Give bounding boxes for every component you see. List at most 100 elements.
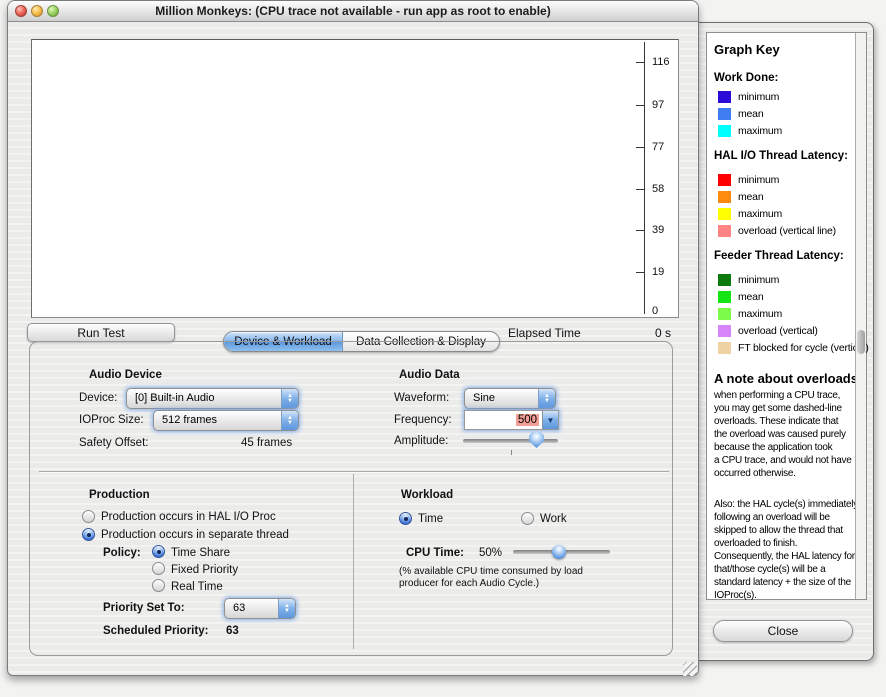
frequency-combobox[interactable]: 500 ▼ bbox=[464, 410, 559, 430]
graph-key-title: Graph Key bbox=[714, 42, 780, 57]
legend-item: FT blocked for cycle (vertical) bbox=[718, 341, 869, 355]
workload-header: Workload bbox=[401, 489, 453, 501]
legend-item: minimum bbox=[718, 173, 779, 187]
waveform-popup[interactable]: Sine ▲▼ bbox=[464, 388, 556, 409]
key-scrollbar-thumb[interactable] bbox=[857, 330, 865, 354]
elapsed-time-value: 0 s bbox=[628, 326, 671, 340]
legend-item: overload (vertical line) bbox=[718, 224, 836, 238]
scheduled-priority-value: 63 bbox=[226, 625, 239, 637]
policy-label: Policy: bbox=[103, 547, 141, 559]
workload-time-radio[interactable] bbox=[399, 512, 412, 525]
overloads-note-title: A note about overloads: bbox=[714, 371, 862, 386]
y-axis-label: 58 bbox=[652, 183, 682, 195]
work-done-mean-swatch bbox=[718, 108, 731, 120]
production-hal-label: Production occurs in HAL I/O Proc bbox=[101, 511, 276, 523]
production-header: Production bbox=[89, 489, 150, 501]
y-axis-tick bbox=[636, 147, 644, 148]
graph-key-panel: Graph Key Work Done: minimum mean maximu… bbox=[706, 32, 867, 600]
legend-item: maximum bbox=[718, 207, 782, 221]
work-done-header: Work Done: bbox=[714, 72, 778, 84]
popup-arrows-icon: ▲▼ bbox=[538, 389, 555, 408]
feeder-mean-swatch bbox=[718, 291, 731, 303]
elapsed-time-label: Elapsed Time bbox=[508, 326, 581, 340]
horizontal-divider bbox=[39, 471, 669, 473]
ft-blocked-swatch bbox=[718, 342, 731, 354]
run-test-button[interactable]: Run Test bbox=[27, 323, 175, 342]
policy-fixed-priority-label: Fixed Priority bbox=[171, 564, 238, 576]
hal-overload-swatch bbox=[718, 225, 731, 237]
production-thread-radio[interactable] bbox=[82, 528, 95, 541]
y-axis-tick bbox=[636, 230, 644, 231]
workload-work-label: Work bbox=[540, 513, 567, 525]
production-thread-label: Production occurs in separate thread bbox=[101, 529, 289, 541]
hal-maximum-swatch bbox=[718, 208, 731, 220]
safety-offset-label: Safety Offset: bbox=[79, 437, 148, 449]
production-hal-radio[interactable] bbox=[82, 510, 95, 523]
key-scrollbar[interactable] bbox=[855, 33, 866, 599]
y-axis-label: 39 bbox=[652, 224, 682, 236]
policy-fixed-priority-radio[interactable] bbox=[152, 562, 165, 575]
popup-arrows-icon: ▲▼ bbox=[278, 599, 295, 618]
combo-dropdown-icon[interactable]: ▼ bbox=[542, 411, 558, 429]
device-popup[interactable]: [0] Built-in Audio ▲▼ bbox=[126, 388, 299, 409]
device-label: Device: bbox=[79, 392, 117, 404]
workload-work-radio[interactable] bbox=[521, 512, 534, 525]
legend-item: mean bbox=[718, 190, 763, 204]
hal-latency-header: HAL I/O Thread Latency: bbox=[714, 150, 848, 162]
y-axis-label: 19 bbox=[652, 266, 682, 278]
amplitude-slider-tick bbox=[511, 450, 512, 455]
waveform-label: Waveform: bbox=[394, 392, 449, 404]
resize-grip[interactable] bbox=[683, 662, 697, 676]
feeder-minimum-swatch bbox=[718, 274, 731, 286]
hal-mean-swatch bbox=[718, 191, 731, 203]
y-axis-label: 116 bbox=[652, 56, 682, 68]
policy-real-time-radio[interactable] bbox=[152, 579, 165, 592]
cpu-time-caption: (% available CPU time consumed by load p… bbox=[399, 566, 583, 590]
policy-real-time-label: Real Time bbox=[171, 581, 223, 593]
graph-key-drawer: Graph Key Work Done: minimum mean maximu… bbox=[697, 22, 874, 661]
safety-offset-value: 45 frames bbox=[241, 437, 292, 449]
titlebar[interactable]: Million Monkeys: (CPU trace not availabl… bbox=[8, 1, 698, 22]
overloads-note-paragraph-2: Also: the HAL cycle(s) immediately follo… bbox=[714, 498, 858, 602]
y-axis-label: 97 bbox=[652, 99, 682, 111]
legend-item: minimum bbox=[718, 90, 779, 104]
overloads-note-paragraph-1: when performing a CPU trace, you may get… bbox=[714, 389, 851, 480]
close-button[interactable]: Close bbox=[713, 620, 853, 642]
window-title: Million Monkeys: (CPU trace not availabl… bbox=[8, 1, 698, 22]
y-axis-label: 77 bbox=[652, 141, 682, 153]
audio-device-header: Audio Device bbox=[89, 369, 162, 381]
legend-item: maximum bbox=[718, 124, 782, 138]
frequency-label: Frequency: bbox=[394, 414, 452, 426]
y-axis-line bbox=[644, 42, 645, 314]
feeder-overload-swatch bbox=[718, 325, 731, 337]
ioproc-size-popup[interactable]: 512 frames ▲▼ bbox=[153, 410, 299, 431]
priority-set-to-label: Priority Set To: bbox=[103, 602, 185, 614]
feeder-maximum-swatch bbox=[718, 308, 731, 320]
work-done-maximum-swatch bbox=[718, 125, 731, 137]
y-axis-tick bbox=[636, 189, 644, 190]
cpu-time-value: 50% bbox=[479, 547, 502, 559]
hal-minimum-swatch bbox=[718, 174, 731, 186]
main-window: Million Monkeys: (CPU trace not availabl… bbox=[7, 0, 699, 676]
y-axis-tick bbox=[636, 105, 644, 106]
feeder-latency-header: Feeder Thread Latency: bbox=[714, 250, 844, 262]
cpu-time-slider-thumb[interactable] bbox=[552, 545, 566, 559]
vertical-divider bbox=[353, 474, 354, 649]
policy-time-share-label: Time Share bbox=[171, 547, 230, 559]
cpu-time-label: CPU Time: bbox=[406, 547, 464, 559]
legend-item: overload (vertical) bbox=[718, 324, 818, 338]
audio-data-header: Audio Data bbox=[399, 369, 460, 381]
graph-plot-area: 116 97 77 58 39 19 0 bbox=[31, 39, 679, 318]
y-axis-tick bbox=[636, 62, 644, 63]
y-axis-label: 0 bbox=[652, 305, 682, 317]
legend-item: mean bbox=[718, 290, 763, 304]
workload-time-label: Time bbox=[418, 513, 443, 525]
y-axis-tick bbox=[636, 272, 644, 273]
priority-popup[interactable]: 63 ▲▼ bbox=[224, 598, 296, 619]
legend-item: minimum bbox=[718, 273, 779, 287]
amplitude-label: Amplitude: bbox=[394, 435, 448, 447]
frequency-value: 500 bbox=[516, 414, 539, 426]
legend-item: maximum bbox=[718, 307, 782, 321]
popup-arrows-icon: ▲▼ bbox=[281, 389, 298, 408]
policy-time-share-radio[interactable] bbox=[152, 545, 165, 558]
